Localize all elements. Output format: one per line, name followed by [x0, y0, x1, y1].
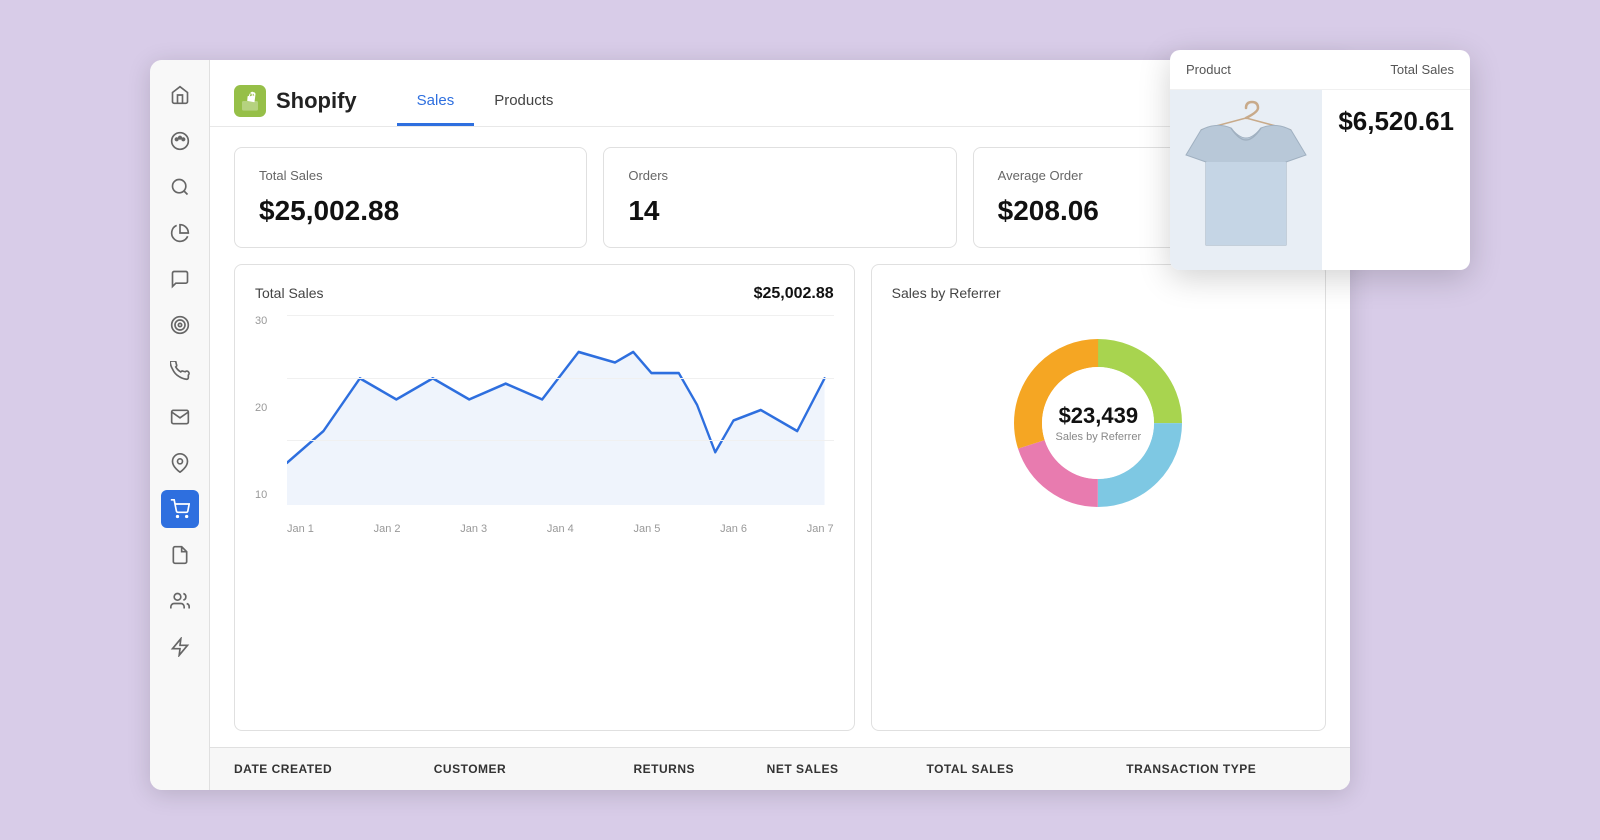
metric-total-sales: Total Sales $25,002.88 [234, 147, 587, 248]
metric-total-sales-value: $25,002.88 [259, 195, 562, 227]
logo-area: Shopify [234, 85, 357, 117]
logo-text: Shopify [276, 88, 357, 114]
x-label-jan7: Jan 7 [807, 523, 834, 535]
x-label-jan3: Jan 3 [460, 523, 487, 535]
line-chart-total: $25,002.88 [754, 285, 834, 303]
line-chart-svg [287, 315, 834, 505]
tab-sales[interactable]: Sales [397, 76, 475, 126]
x-axis-labels: Jan 1 Jan 2 Jan 3 Jan 4 Jan 5 Jan 6 Jan … [287, 523, 834, 535]
sidebar-search-icon[interactable] [161, 168, 199, 206]
chart-svg-area [287, 315, 834, 505]
shopify-logo-icon [234, 85, 266, 117]
tooltip-sales-label: Total Sales [1390, 62, 1454, 77]
sidebar-message-icon[interactable] [161, 260, 199, 298]
product-image [1170, 90, 1322, 270]
y-label-30: 30 [255, 315, 267, 327]
sidebar-file-icon[interactable] [161, 536, 199, 574]
sidebar-location-icon[interactable] [161, 444, 199, 482]
table-col-returns[interactable]: RETURNS [634, 762, 767, 776]
sidebar-target-icon[interactable] [161, 306, 199, 344]
metric-orders-label: Orders [628, 168, 931, 183]
tshirt-icon [1181, 100, 1311, 260]
table-col-total[interactable]: TOTAL SALES [926, 762, 1126, 776]
table-col-net[interactable]: NET SALES [767, 762, 927, 776]
table-header: DATE CREATED CUSTOMER RETURNS NET SALES … [210, 747, 1350, 790]
sidebar-users-icon[interactable] [161, 582, 199, 620]
line-chart-card: Total Sales $25,002.88 30 20 10 [234, 264, 855, 731]
charts-row: Total Sales $25,002.88 30 20 10 [210, 264, 1350, 747]
donut-svg [998, 323, 1198, 523]
sidebar-plugin-icon[interactable] [161, 628, 199, 666]
grid-line-top [287, 315, 834, 316]
x-label-jan6: Jan 6 [720, 523, 747, 535]
metric-orders: Orders 14 [603, 147, 956, 248]
grid-line-bottom [287, 440, 834, 441]
sidebar [150, 60, 210, 790]
tooltip-body: $6,520.61 [1170, 90, 1470, 270]
tooltip-sales-value: $6,520.61 [1338, 106, 1454, 137]
tooltip-sales-value-area: $6,520.61 [1322, 90, 1470, 270]
sidebar-phone-icon[interactable] [161, 352, 199, 390]
sidebar-cart-icon[interactable] [161, 490, 199, 528]
donut-chart-title: Sales by Referrer [892, 285, 1001, 301]
metric-orders-value: 14 [628, 195, 931, 227]
metric-total-sales-label: Total Sales [259, 168, 562, 183]
y-label-20: 20 [255, 402, 267, 414]
sidebar-chart-icon[interactable] [161, 214, 199, 252]
line-chart-title: Total Sales [255, 285, 323, 301]
x-label-jan2: Jan 2 [374, 523, 401, 535]
sidebar-home-icon[interactable] [161, 76, 199, 114]
tooltip-header: Product Total Sales [1170, 50, 1470, 90]
x-label-jan5: Jan 5 [634, 523, 661, 535]
table-col-customer[interactable]: CUSTOMER [434, 762, 634, 776]
table-col-transaction[interactable]: TRANSACTION TYPE [1126, 762, 1326, 776]
line-chart-container: 30 20 10 [255, 315, 834, 535]
y-axis-labels: 30 20 10 [255, 315, 267, 505]
table-col-date[interactable]: DATE CREATED [234, 762, 434, 776]
tooltip-product-label: Product [1186, 62, 1231, 77]
donut-container: $23,439 Sales by Referrer [892, 313, 1305, 533]
sidebar-mail-icon[interactable] [161, 398, 199, 436]
nav-tabs: Sales Products [397, 76, 574, 126]
y-label-10: 10 [255, 489, 267, 501]
tab-products[interactable]: Products [474, 76, 573, 126]
x-label-jan4: Jan 4 [547, 523, 574, 535]
donut-chart-card: Sales by Referrer [871, 264, 1326, 731]
sidebar-palette-icon[interactable] [161, 122, 199, 160]
x-label-jan1: Jan 1 [287, 523, 314, 535]
grid-line-mid [287, 378, 834, 379]
product-tooltip-card: Product Total Sales [1170, 50, 1470, 270]
